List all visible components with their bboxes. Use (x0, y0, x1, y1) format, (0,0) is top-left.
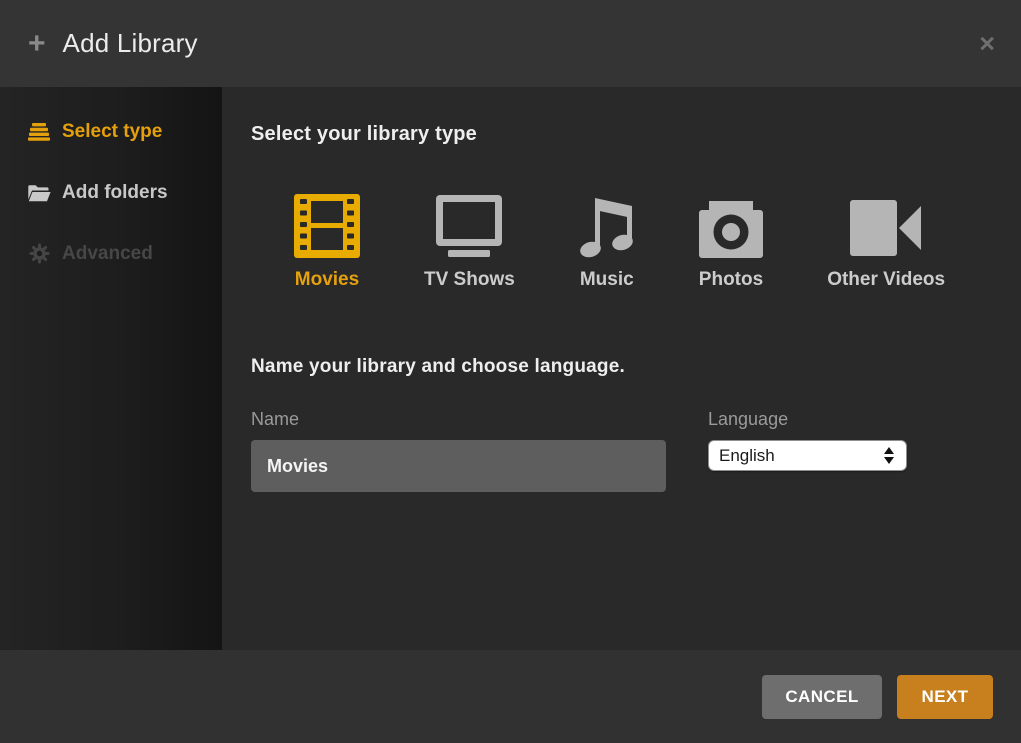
sidebar-item-select-type[interactable]: Select type (0, 101, 222, 162)
dialog-header: + Add Library × (0, 0, 1021, 87)
cancel-button[interactable]: CANCEL (762, 675, 882, 719)
sidebar-item-label: Advanced (62, 243, 153, 265)
library-type-movies[interactable]: Movies (294, 190, 360, 291)
name-field-group: Name (251, 409, 666, 492)
library-type-list: Movies TV Shows (294, 190, 993, 291)
sidebar-item-label: Select type (62, 121, 162, 143)
library-type-heading: Select your library type (251, 123, 993, 146)
list-lines-icon (27, 123, 51, 141)
sidebar-item-advanced: Advanced (0, 223, 222, 284)
film-strip-icon (294, 190, 360, 258)
tv-icon (435, 190, 503, 258)
sidebar-item-label: Add folders (62, 182, 168, 204)
language-field-group: Language English (708, 409, 907, 492)
next-button[interactable]: NEXT (897, 675, 993, 719)
library-type-label: Other Videos (827, 269, 945, 291)
language-select[interactable]: English (708, 440, 907, 471)
language-selected-value: English (719, 446, 884, 466)
library-type-label: TV Shows (424, 269, 515, 291)
library-type-label: Music (580, 269, 634, 291)
language-field-label: Language (708, 409, 907, 430)
plus-icon: + (28, 29, 46, 59)
music-note-icon (579, 190, 635, 258)
gear-icon (27, 243, 51, 264)
name-language-fields: Name Language English (251, 409, 993, 492)
name-language-heading: Name your library and choose language. (251, 356, 993, 378)
video-camera-icon (850, 190, 922, 258)
close-icon[interactable]: × (979, 30, 995, 57)
library-name-input[interactable] (251, 440, 666, 492)
name-field-label: Name (251, 409, 666, 430)
sidebar-item-add-folders[interactable]: Add folders (0, 162, 222, 223)
library-type-music[interactable]: Music (579, 190, 635, 291)
library-type-other-videos[interactable]: Other Videos (827, 190, 945, 291)
wizard-content: Select your library type (222, 87, 1021, 650)
library-type-label: Movies (295, 269, 359, 291)
dialog-footer: CANCEL NEXT (0, 650, 1021, 743)
library-type-tv-shows[interactable]: TV Shows (424, 190, 515, 291)
library-type-photos[interactable]: Photos (699, 190, 763, 291)
wizard-steps-sidebar: Select type Add folders Advanc (0, 87, 222, 650)
camera-icon (699, 190, 763, 258)
library-type-label: Photos (699, 269, 763, 291)
dialog-title: Add Library (63, 28, 198, 59)
select-stepper-icon (884, 447, 894, 464)
open-folder-icon (27, 184, 51, 202)
